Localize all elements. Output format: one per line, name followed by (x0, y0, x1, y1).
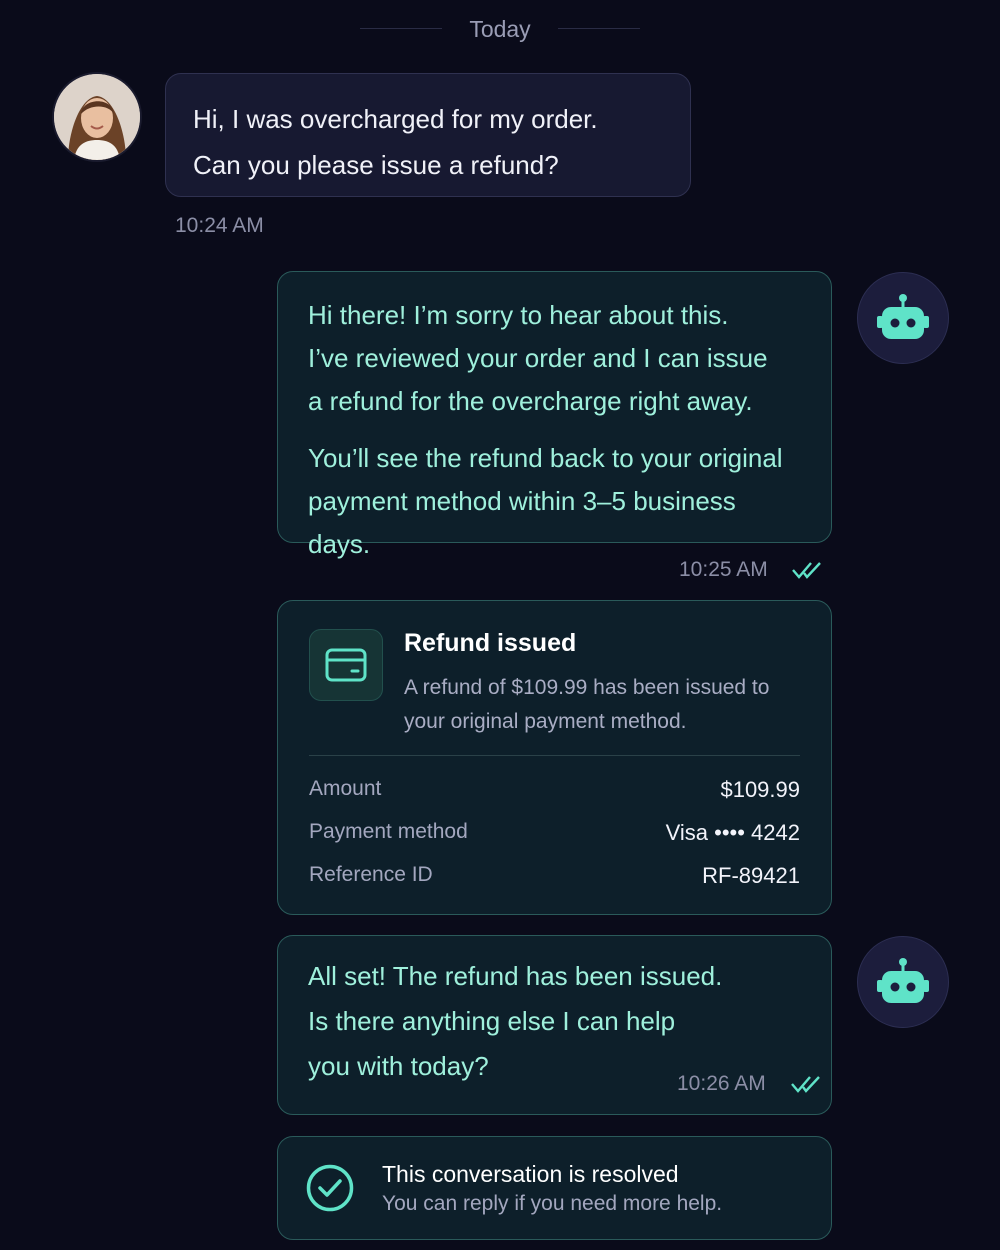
refund-card-divider (309, 755, 800, 756)
bot-message-line: payment method within 3–5 business days. (308, 486, 736, 559)
robot-icon (877, 294, 929, 339)
robot-icon (877, 958, 929, 1003)
bot-message-line: Is there anything else I can help (308, 1006, 676, 1036)
bot-avatar (857, 272, 949, 364)
bot-message-paragraph: Hi there! I’m sorry to hear about this. … (308, 294, 801, 423)
user-message-line: Hi, I was overcharged for my order. (193, 104, 598, 134)
bot-message-bubble: All set! The refund has been issued. Is … (277, 935, 832, 1115)
bot-message-timestamp: 10:26 AM (677, 1072, 766, 1095)
bot-message-line: a refund for the overcharge right away. (308, 386, 753, 416)
day-separator-label: Today (469, 16, 531, 42)
user-message-timestamp: 10:24 AM (175, 214, 264, 237)
check-circle-icon (306, 1164, 354, 1212)
refund-row-payment-method: Payment method Visa •••• 4242 (309, 820, 800, 850)
resolved-banner: This conversation is resolved You can re… (277, 1136, 832, 1240)
bot-message-line: All set! The refund has been issued. (308, 961, 723, 991)
bot-message-timestamp: 10:25 AM (679, 558, 768, 581)
user-message-bubble: Hi, I was overcharged for my order. Can … (165, 73, 691, 197)
refund-card: Refund issued A refund of $109.99 has be… (277, 600, 832, 915)
refund-card-description-line: A refund of $109.99 has been issued to (404, 676, 770, 699)
resolved-title: This conversation is resolved (382, 1161, 679, 1187)
bot-message-bubble: Hi there! I’m sorry to hear about this. … (277, 271, 832, 559)
refund-row-label: Amount (309, 777, 382, 800)
day-separator: Today (360, 14, 640, 44)
credit-card-icon (325, 648, 367, 682)
double-check-icon (792, 562, 821, 579)
bot-message-line: You’ll see the refund back to your origi… (308, 443, 783, 473)
user-avatar[interactable] (52, 72, 142, 162)
refund-icon-box (309, 629, 383, 701)
bot-message-paragraph: You’ll see the refund back to your origi… (308, 437, 801, 566)
bot-message-line: Hi there! I’m sorry to hear about this. (308, 300, 729, 330)
refund-card-description-line: your original payment method. (404, 710, 687, 733)
separator-line-right (558, 28, 640, 29)
refund-row-label: Reference ID (309, 863, 433, 886)
bot-message-line: I’ve reviewed your order and I can issue (308, 343, 768, 373)
user-message-line: Can you please issue a refund? (193, 150, 559, 180)
refund-row-reference-id: Reference ID RF-89421 (309, 863, 800, 893)
refund-row-value: RF-89421 (702, 863, 800, 888)
double-check-icon (791, 1076, 820, 1093)
refund-row-amount: Amount $109.99 (309, 777, 800, 807)
refund-row-label: Payment method (309, 820, 468, 843)
bot-avatar (857, 936, 949, 1028)
refund-card-description: A refund of $109.99 has been issued to y… (404, 671, 814, 739)
resolved-subtitle: You can reply if you need more help. (382, 1192, 723, 1215)
refund-row-value: Visa •••• 4242 (665, 820, 800, 845)
refund-card-title: Refund issued (404, 629, 577, 657)
refund-row-value: $109.99 (720, 777, 800, 802)
